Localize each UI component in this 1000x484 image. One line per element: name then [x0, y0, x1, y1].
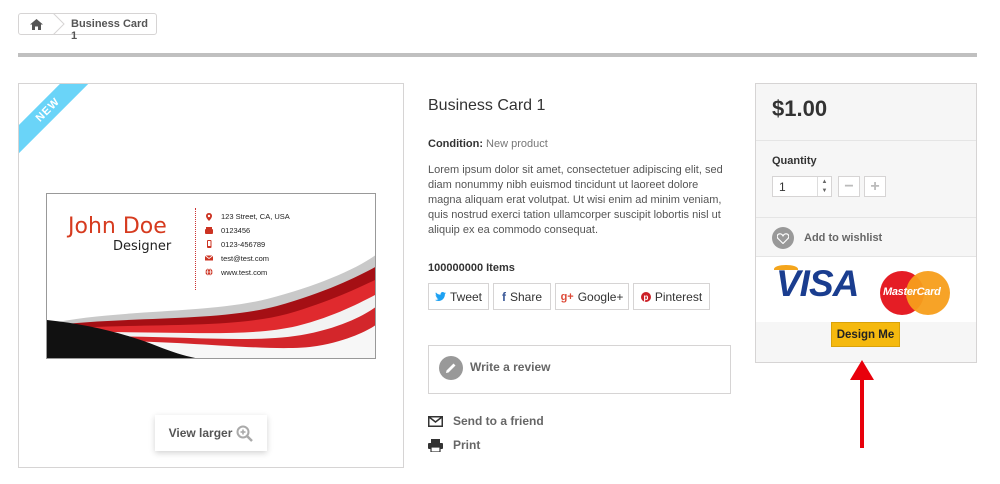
- twitter-icon: [434, 292, 446, 301]
- card-wave-graphic: [47, 255, 375, 358]
- google-plus-button[interactable]: g+ Google+: [555, 283, 629, 310]
- breadcrumb-separator: [53, 13, 65, 35]
- google-plus-label: Google+: [577, 289, 624, 304]
- pinterest-icon: p: [640, 291, 651, 302]
- payment-logos: VISA MasterCard: [756, 256, 976, 326]
- card-phone: 0123456: [221, 226, 251, 236]
- product-description: Lorem ipsum dolor sit amet, consectetuer…: [428, 164, 723, 236]
- view-larger-button[interactable]: View larger: [155, 415, 267, 451]
- items-in-stock: 100000000 Items: [428, 262, 515, 274]
- google-plus-icon: g+: [560, 290, 574, 303]
- breadcrumb-home-link[interactable]: [19, 14, 53, 34]
- minus-icon: −: [844, 177, 854, 195]
- write-review-box[interactable]: Write a review: [428, 345, 731, 394]
- phone-icon: [205, 226, 213, 234]
- social-share-bar: Tweet f Share g+ Google+ p Pinterest: [428, 283, 710, 310]
- plus-icon: +: [870, 177, 880, 195]
- card-address-row: 123 Street, CA, USA: [205, 210, 290, 224]
- breadcrumb: Business Card 1: [18, 13, 157, 42]
- pinterest-button[interactable]: p Pinterest: [633, 283, 710, 310]
- heart-icon: [772, 227, 794, 249]
- share-label: Share: [509, 289, 543, 304]
- quantity-label: Quantity: [772, 155, 817, 167]
- spin-up-icon[interactable]: ▲: [818, 177, 831, 186]
- product-image-block[interactable]: NEW John Doe Designer 123 Street, CA, US…: [18, 83, 404, 468]
- home-icon: [29, 18, 43, 30]
- condition-value: New product: [486, 138, 548, 150]
- quantity-area: Quantity 1 ▲ ▼ − +: [756, 140, 976, 215]
- write-review-link[interactable]: Write a review: [470, 360, 550, 374]
- price-area: $1.00: [756, 84, 976, 136]
- send-to-friend-label: Send to a friend: [453, 414, 544, 428]
- tweet-label: Tweet: [449, 289, 482, 304]
- location-pin-icon: [206, 212, 212, 221]
- visa-logo: VISA: [776, 263, 859, 304]
- product-price: $1.00: [772, 96, 828, 121]
- tweet-button[interactable]: Tweet: [428, 283, 489, 310]
- buy-box: $1.00 Quantity 1 ▲ ▼ − + Add to wishlist…: [755, 83, 977, 363]
- card-title: Designer: [113, 239, 172, 254]
- card-name: John Doe: [68, 214, 167, 239]
- mobile-icon: [207, 240, 212, 249]
- quantity-spinner[interactable]: ▲ ▼: [817, 177, 831, 196]
- quantity-increase-button[interactable]: +: [864, 176, 886, 197]
- condition-label: Condition:: [428, 138, 483, 150]
- printer-icon: [428, 438, 443, 452]
- card-phone-row: 0123456: [205, 224, 290, 238]
- spin-down-icon[interactable]: ▼: [818, 186, 831, 195]
- view-larger-label: View larger: [168, 426, 233, 440]
- quantity-decrease-button[interactable]: −: [838, 176, 860, 197]
- print-link[interactable]: Print: [428, 438, 480, 452]
- mastercard-label: MasterCard: [883, 286, 941, 298]
- card-mobile: 0123-456789: [221, 239, 266, 249]
- up-arrow-annotation: [850, 360, 874, 448]
- facebook-share-button[interactable]: f Share: [493, 283, 551, 310]
- svg-text:p: p: [643, 293, 648, 302]
- new-ribbon: NEW: [19, 84, 95, 160]
- design-area: Design Me: [756, 322, 976, 362]
- send-to-friend-link[interactable]: Send to a friend: [428, 414, 544, 428]
- card-mobile-row: 0123-456789: [205, 238, 290, 252]
- business-card-preview[interactable]: John Doe Designer 123 Street, CA, USA 01…: [46, 193, 376, 359]
- card-address: 123 Street, CA, USA: [221, 212, 290, 222]
- top-divider: [18, 53, 977, 57]
- design-me-button[interactable]: Design Me: [831, 322, 900, 347]
- pinterest-label: Pinterest: [654, 289, 703, 304]
- new-ribbon-label: NEW: [19, 84, 94, 156]
- wishlist-area[interactable]: Add to wishlist: [756, 217, 976, 255]
- envelope-icon: [428, 415, 443, 427]
- add-to-wishlist-link[interactable]: Add to wishlist: [804, 232, 882, 244]
- print-label: Print: [453, 438, 481, 452]
- product-title: Business Card 1: [428, 97, 546, 114]
- mastercard-logo: MasterCard: [880, 271, 950, 315]
- product-condition: Condition: New product: [428, 138, 548, 150]
- facebook-icon: f: [501, 289, 506, 304]
- zoom-in-icon: [236, 425, 254, 442]
- breadcrumb-current: Business Card 1: [71, 18, 149, 42]
- pencil-icon: [439, 356, 463, 380]
